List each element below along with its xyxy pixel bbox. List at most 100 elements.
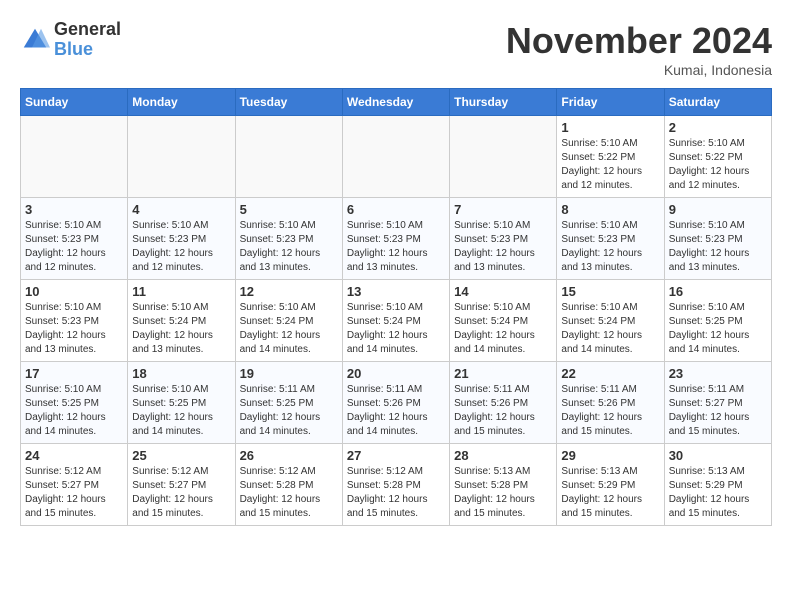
calendar-cell — [128, 116, 235, 198]
calendar-cell: 22 Sunrise: 5:11 AM Sunset: 5:26 PM Dayli… — [557, 362, 664, 444]
day-info: Sunrise: 5:12 AM Sunset: 5:27 PM Dayligh… — [132, 465, 230, 521]
day-number: 18 — [132, 366, 230, 381]
weekday-header-row: SundayMondayTuesdayWednesdayThursdayFrid… — [21, 89, 772, 116]
day-info: Sunrise: 5:13 AM Sunset: 5:29 PM Dayligh… — [561, 465, 659, 521]
day-number: 19 — [240, 366, 338, 381]
day-info: Sunrise: 5:10 AM Sunset: 5:23 PM Dayligh… — [25, 219, 123, 275]
logo-general-text: General — [54, 20, 121, 40]
day-info: Sunrise: 5:10 AM Sunset: 5:25 PM Dayligh… — [669, 301, 767, 357]
logo-icon — [20, 25, 50, 55]
day-number: 9 — [669, 202, 767, 217]
day-info: Sunrise: 5:13 AM Sunset: 5:28 PM Dayligh… — [454, 465, 552, 521]
weekday-header-wednesday: Wednesday — [342, 89, 449, 116]
calendar-cell: 4Sunrise: 5:10 AM Sunset: 5:23 PM Daylig… — [128, 198, 235, 280]
day-info: Sunrise: 5:10 AM Sunset: 5:24 PM Dayligh… — [240, 301, 338, 357]
day-number: 20 — [347, 366, 445, 381]
calendar-cell: 6 Sunrise: 5:10 AM Sunset: 5:23 PM Daylig… — [342, 198, 449, 280]
day-info: Sunrise: 5:10 AM Sunset: 5:23 PM Dayligh… — [240, 219, 338, 275]
calendar-cell: 29 Sunrise: 5:13 AM Sunset: 5:29 PM Dayli… — [557, 444, 664, 526]
day-number: 12 — [240, 284, 338, 299]
day-number: 2 — [669, 120, 767, 135]
title-block: November 2024 Kumai, Indonesia — [506, 20, 772, 78]
calendar-cell — [342, 116, 449, 198]
calendar-cell: 5 Sunrise: 5:10 AM Sunset: 5:23 PM Daylig… — [235, 198, 342, 280]
calendar-cell: 1 Sunrise: 5:10 AM Sunset: 5:22 PM Daylig… — [557, 116, 664, 198]
day-info: Sunrise: 5:11 AM Sunset: 5:26 PM Dayligh… — [561, 383, 659, 439]
day-number: 21 — [454, 366, 552, 381]
day-info: Sunrise: 5:10 AM Sunset: 5:22 PM Dayligh… — [561, 137, 659, 193]
calendar-week-row: 10 Sunrise: 5:10 AM Sunset: 5:23 PM Dayli… — [21, 280, 772, 362]
weekday-header-tuesday: Tuesday — [235, 89, 342, 116]
day-number: 17 — [25, 366, 123, 381]
calendar-cell: 11 Sunrise: 5:10 AM Sunset: 5:24 PM Dayli… — [128, 280, 235, 362]
day-info: Sunrise: 5:10 AM Sunset: 5:24 PM Dayligh… — [132, 301, 230, 357]
calendar-cell: 21Sunrise: 5:11 AM Sunset: 5:26 PM Dayli… — [450, 362, 557, 444]
day-number: 10 — [25, 284, 123, 299]
day-number: 6 — [347, 202, 445, 217]
weekday-header-monday: Monday — [128, 89, 235, 116]
calendar-cell: 16 Sunrise: 5:10 AM Sunset: 5:25 PM Dayli… — [664, 280, 771, 362]
day-number: 25 — [132, 448, 230, 463]
day-number: 24 — [25, 448, 123, 463]
calendar-cell — [450, 116, 557, 198]
day-number: 1 — [561, 120, 659, 135]
calendar-table: SundayMondayTuesdayWednesdayThursdayFrid… — [20, 88, 772, 526]
day-info: Sunrise: 5:10 AM Sunset: 5:23 PM Dayligh… — [347, 219, 445, 275]
calendar-cell: 25 Sunrise: 5:12 AM Sunset: 5:27 PM Dayli… — [128, 444, 235, 526]
day-number: 27 — [347, 448, 445, 463]
logo: General Blue — [20, 20, 121, 60]
calendar-header: SundayMondayTuesdayWednesdayThursdayFrid… — [21, 89, 772, 116]
day-info: Sunrise: 5:11 AM Sunset: 5:25 PM Dayligh… — [240, 383, 338, 439]
calendar-cell: 30 Sunrise: 5:13 AM Sunset: 5:29 PM Dayli… — [664, 444, 771, 526]
calendar-cell: 28 Sunrise: 5:13 AM Sunset: 5:28 PM Dayli… — [450, 444, 557, 526]
day-number: 8 — [561, 202, 659, 217]
day-info: Sunrise: 5:10 AM Sunset: 5:23 PM Dayligh… — [561, 219, 659, 275]
calendar-cell: 12 Sunrise: 5:10 AM Sunset: 5:24 PM Dayli… — [235, 280, 342, 362]
calendar-cell: 10 Sunrise: 5:10 AM Sunset: 5:23 PM Dayli… — [21, 280, 128, 362]
calendar-body: 1 Sunrise: 5:10 AM Sunset: 5:22 PM Daylig… — [21, 116, 772, 526]
calendar-cell — [21, 116, 128, 198]
day-info: Sunrise: 5:10 AM Sunset: 5:24 PM Dayligh… — [454, 301, 552, 357]
day-number: 26 — [240, 448, 338, 463]
day-info: Sunrise: 5:10 AM Sunset: 5:24 PM Dayligh… — [347, 301, 445, 357]
day-number: 30 — [669, 448, 767, 463]
day-number: 28 — [454, 448, 552, 463]
day-number: 5 — [240, 202, 338, 217]
location-subtitle: Kumai, Indonesia — [506, 62, 772, 78]
calendar-cell: 8 Sunrise: 5:10 AM Sunset: 5:23 PM Daylig… — [557, 198, 664, 280]
day-number: 29 — [561, 448, 659, 463]
day-info: Sunrise: 5:11 AM Sunset: 5:27 PM Dayligh… — [669, 383, 767, 439]
calendar-week-row: 1 Sunrise: 5:10 AM Sunset: 5:22 PM Daylig… — [21, 116, 772, 198]
day-number: 16 — [669, 284, 767, 299]
calendar-week-row: 17 Sunrise: 5:10 AM Sunset: 5:25 PM Dayli… — [21, 362, 772, 444]
calendar-cell: 19 Sunrise: 5:11 AM Sunset: 5:25 PM Dayli… — [235, 362, 342, 444]
calendar-cell: 18Sunrise: 5:10 AM Sunset: 5:25 PM Dayli… — [128, 362, 235, 444]
calendar-cell: 17 Sunrise: 5:10 AM Sunset: 5:25 PM Dayli… — [21, 362, 128, 444]
day-number: 15 — [561, 284, 659, 299]
weekday-header-saturday: Saturday — [664, 89, 771, 116]
calendar-cell: 7Sunrise: 5:10 AM Sunset: 5:23 PM Daylig… — [450, 198, 557, 280]
logo-text: General Blue — [54, 20, 121, 60]
calendar-cell — [235, 116, 342, 198]
calendar-cell: 15Sunrise: 5:10 AM Sunset: 5:24 PM Dayli… — [557, 280, 664, 362]
weekday-header-sunday: Sunday — [21, 89, 128, 116]
weekday-header-thursday: Thursday — [450, 89, 557, 116]
calendar-week-row: 24 Sunrise: 5:12 AM Sunset: 5:27 PM Dayli… — [21, 444, 772, 526]
day-number: 11 — [132, 284, 230, 299]
day-info: Sunrise: 5:12 AM Sunset: 5:28 PM Dayligh… — [240, 465, 338, 521]
day-number: 3 — [25, 202, 123, 217]
calendar-cell: 2Sunrise: 5:10 AM Sunset: 5:22 PM Daylig… — [664, 116, 771, 198]
day-number: 22 — [561, 366, 659, 381]
weekday-header-friday: Friday — [557, 89, 664, 116]
logo-blue-text: Blue — [54, 40, 121, 60]
page-header: General Blue November 2024 Kumai, Indone… — [20, 20, 772, 78]
calendar-cell: 13Sunrise: 5:10 AM Sunset: 5:24 PM Dayli… — [342, 280, 449, 362]
day-number: 23 — [669, 366, 767, 381]
day-info: Sunrise: 5:10 AM Sunset: 5:23 PM Dayligh… — [25, 301, 123, 357]
day-info: Sunrise: 5:13 AM Sunset: 5:29 PM Dayligh… — [669, 465, 767, 521]
day-number: 14 — [454, 284, 552, 299]
calendar-cell: 9Sunrise: 5:10 AM Sunset: 5:23 PM Daylig… — [664, 198, 771, 280]
day-info: Sunrise: 5:10 AM Sunset: 5:25 PM Dayligh… — [25, 383, 123, 439]
day-info: Sunrise: 5:10 AM Sunset: 5:23 PM Dayligh… — [132, 219, 230, 275]
calendar-cell: 14 Sunrise: 5:10 AM Sunset: 5:24 PM Dayli… — [450, 280, 557, 362]
